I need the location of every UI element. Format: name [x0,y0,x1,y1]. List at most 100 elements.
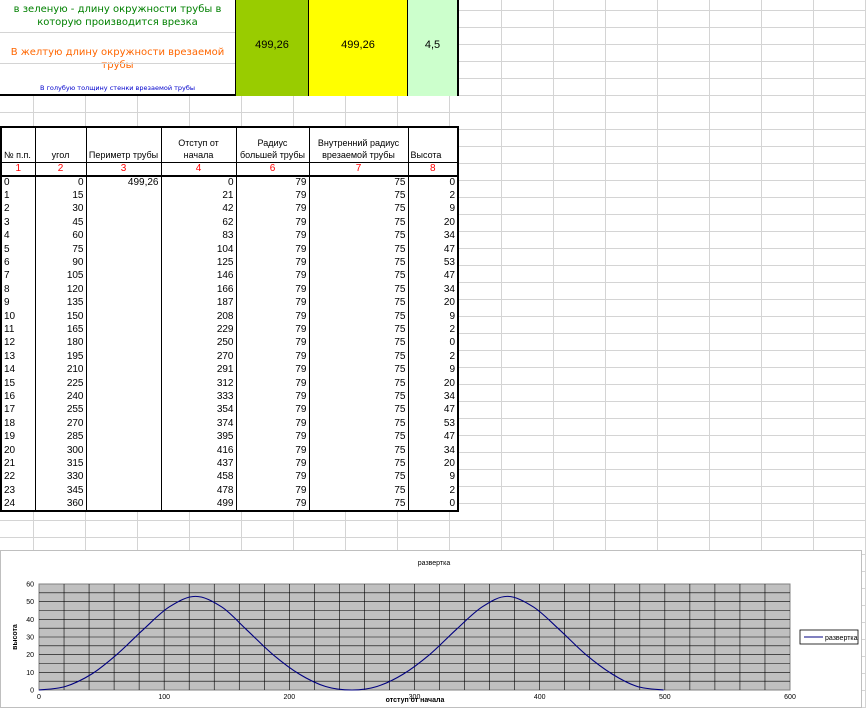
cell-angle[interactable]: 75 [34,242,87,257]
cell-height[interactable]: 20 [407,376,459,391]
cell-inner-radius[interactable]: 75 [308,216,409,230]
cell-inner-radius[interactable]: 75 [308,390,409,404]
cell-index[interactable]: 20 [0,443,36,458]
cell-inner-radius[interactable]: 75 [308,497,409,511]
cell-angle[interactable]: 195 [34,350,87,364]
cell-perimeter[interactable] [85,283,162,297]
column-number[interactable]: 8 [407,161,459,177]
cell-perimeter[interactable] [85,470,162,484]
cell-angle[interactable]: 180 [34,336,87,351]
cell-inner-radius[interactable]: 75 [308,363,409,377]
cell-height[interactable]: 20 [407,296,459,310]
cell-index[interactable]: 24 [0,497,36,511]
cell-index[interactable]: 11 [0,323,36,337]
cell-offset[interactable]: 187 [160,296,237,310]
cell-perimeter[interactable] [85,430,162,444]
cell-angle[interactable]: 30 [34,202,87,217]
cell-height[interactable]: 2 [407,189,459,203]
cell-angle[interactable]: 0 [34,176,87,190]
cell-index[interactable]: 13 [0,350,36,364]
cell-perimeter[interactable]: 499,26 [85,176,162,190]
cell-inner-radius[interactable]: 75 [308,256,409,270]
header-angle[interactable]: угол [34,126,87,163]
cell-index[interactable]: 5 [0,242,36,257]
cell-big-radius[interactable]: 79 [235,283,310,297]
cell-perimeter[interactable] [85,336,162,351]
cell-perimeter[interactable] [85,457,162,471]
cell-height[interactable]: 9 [407,363,459,377]
cell-perimeter[interactable] [85,296,162,310]
cell-inner-radius[interactable]: 75 [308,376,409,391]
cell-angle[interactable]: 15 [34,189,87,203]
cell-height[interactable]: 53 [407,256,459,270]
cell-height[interactable]: 0 [407,176,459,190]
cell-angle[interactable]: 360 [34,497,87,511]
cell-index[interactable]: 7 [0,269,36,284]
cell-height[interactable]: 47 [407,430,459,444]
cell-offset[interactable]: 270 [160,350,237,364]
cell-angle[interactable]: 165 [34,323,87,337]
cell-angle[interactable]: 345 [34,483,87,498]
cell-height[interactable]: 2 [407,483,459,498]
cell-height[interactable]: 20 [407,457,459,471]
cell-index[interactable]: 17 [0,403,36,418]
cell-perimeter[interactable] [85,376,162,391]
cell-index[interactable]: 12 [0,336,36,351]
cell-inner-radius[interactable]: 75 [308,176,409,190]
cell-offset[interactable]: 374 [160,417,237,431]
header-big-radius[interactable]: Радиус большей трубы [235,126,310,163]
cell-index[interactable]: 6 [0,256,36,270]
cell-angle[interactable]: 255 [34,403,87,418]
cell-index[interactable]: 16 [0,390,36,404]
cell-perimeter[interactable] [85,350,162,364]
yellow-input-cell[interactable]: 499,26 [308,0,407,96]
cell-big-radius[interactable]: 79 [235,176,310,190]
cell-inner-radius[interactable]: 75 [308,457,409,471]
cell-inner-radius[interactable]: 75 [308,269,409,284]
cell-angle[interactable]: 150 [34,309,87,324]
cell-offset[interactable]: 250 [160,336,237,351]
cell-height[interactable]: 9 [407,470,459,484]
cell-angle[interactable]: 135 [34,296,87,310]
cell-perimeter[interactable] [85,363,162,377]
cell-big-radius[interactable]: 79 [235,256,310,270]
cell-big-radius[interactable]: 79 [235,202,310,217]
cell-angle[interactable]: 210 [34,363,87,377]
cell-angle[interactable]: 285 [34,430,87,444]
cell-height[interactable]: 34 [407,443,459,458]
cell-offset[interactable]: 478 [160,483,237,498]
cell-offset[interactable]: 333 [160,390,237,404]
blue-input-cell[interactable]: 4,5 [407,0,457,96]
cell-perimeter[interactable] [85,242,162,257]
cell-height[interactable]: 2 [407,350,459,364]
cell-offset[interactable]: 146 [160,269,237,284]
cell-inner-radius[interactable]: 75 [308,403,409,418]
cell-index[interactable]: 14 [0,363,36,377]
cell-big-radius[interactable]: 79 [235,430,310,444]
cell-offset[interactable]: 395 [160,430,237,444]
cell-big-radius[interactable]: 79 [235,323,310,337]
cell-height[interactable]: 47 [407,242,459,257]
cell-inner-radius[interactable]: 75 [308,296,409,310]
cell-perimeter[interactable] [85,269,162,284]
cell-offset[interactable]: 208 [160,309,237,324]
cell-offset[interactable]: 458 [160,470,237,484]
cell-inner-radius[interactable]: 75 [308,443,409,458]
cell-perimeter[interactable] [85,216,162,230]
cell-inner-radius[interactable]: 75 [308,283,409,297]
cell-inner-radius[interactable]: 75 [308,470,409,484]
cell-index[interactable]: 15 [0,376,36,391]
cell-inner-radius[interactable]: 75 [308,483,409,498]
cell-offset[interactable]: 291 [160,363,237,377]
cell-index[interactable]: 0 [0,176,36,190]
cell-angle[interactable]: 120 [34,283,87,297]
cell-offset[interactable]: 499 [160,497,237,511]
cell-big-radius[interactable]: 79 [235,483,310,498]
cell-big-radius[interactable]: 79 [235,470,310,484]
cell-inner-radius[interactable]: 75 [308,202,409,217]
cell-offset[interactable]: 354 [160,403,237,418]
cell-big-radius[interactable]: 79 [235,350,310,364]
cell-height[interactable]: 53 [407,417,459,431]
cell-offset[interactable]: 42 [160,202,237,217]
cell-perimeter[interactable] [85,202,162,217]
